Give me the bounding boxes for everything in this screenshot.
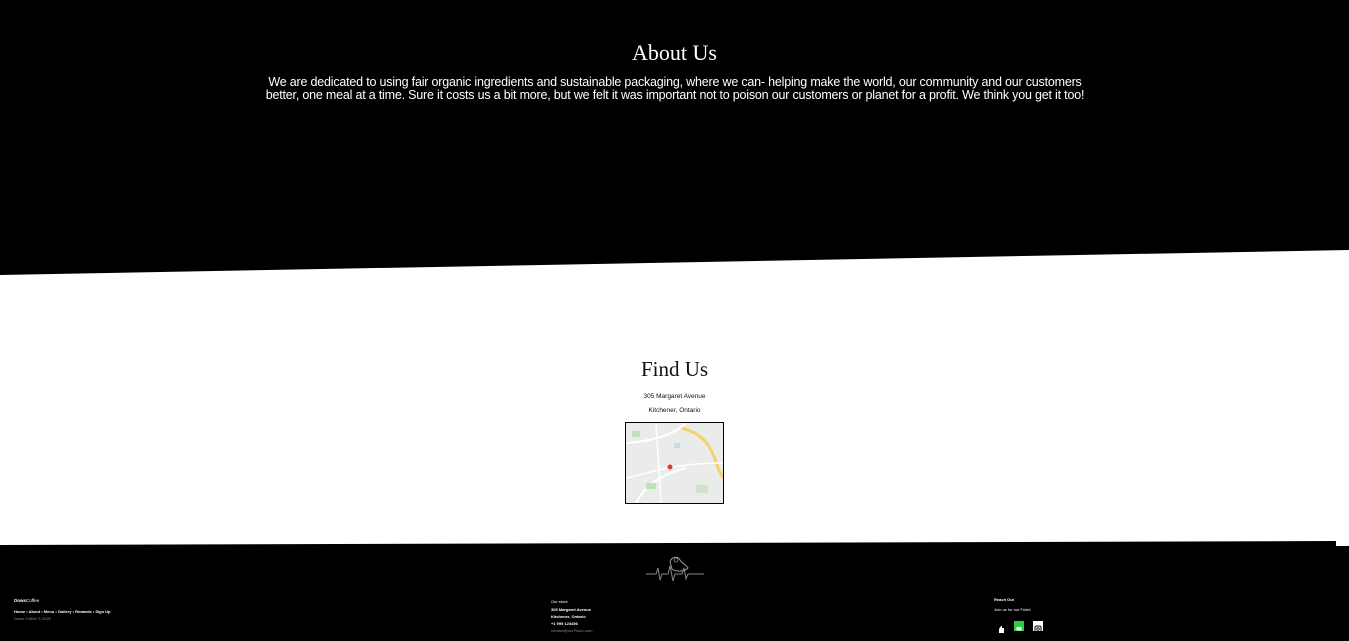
footer-brand: DowsCoffee	[14, 597, 111, 604]
map-image	[626, 423, 723, 503]
about-text: We are dedicated to using fair organic i…	[265, 75, 1085, 102]
social-heading: Reach Out	[994, 597, 1015, 602]
footer-link-about[interactable]: About	[29, 609, 41, 614]
footer-contact-column: Our store 305 Margaret Avenue Kitchener,…	[551, 598, 592, 634]
footer-social-column: Reach Out Join us for our Fridel	[994, 596, 1030, 613]
about-title: About Us	[632, 40, 717, 65]
contact-street: 305 Margaret Avenue	[551, 607, 591, 612]
brand-rest: Coffee	[26, 598, 40, 603]
footer-nav: Home • About • Menu • Gallery • Rewards …	[14, 609, 111, 614]
contact-heading: Our store	[551, 599, 568, 604]
map-pin-icon	[667, 464, 673, 470]
location-map[interactable]	[625, 422, 724, 504]
brand-bold: Dows	[14, 598, 27, 603]
contact-city: Kitchener, Ontario	[551, 614, 586, 619]
chat-icon[interactable]	[1014, 621, 1024, 631]
address-street: 305 Margaret Avenue	[643, 393, 706, 400]
site-footer: DowsCoffee Home • About • Menu • Gallery…	[0, 541, 1349, 641]
copyright: Dows Coffee © 2020	[14, 616, 51, 621]
footer-brand-column: DowsCoffee Home • About • Menu • Gallery…	[14, 597, 111, 622]
footer-link-home[interactable]: Home	[14, 609, 25, 614]
footer-link-menu[interactable]: Menu	[44, 609, 54, 614]
thumbs-up-icon[interactable]	[996, 621, 1006, 633]
footer-link-gallery[interactable]: Gallery	[58, 609, 72, 614]
contact-phone: +1 999 123456	[551, 621, 578, 626]
find-title: Find Us	[640, 357, 709, 381]
address-city: Kitchener, Ontario	[648, 407, 701, 414]
social-subtext: Join us for our Fridel	[994, 607, 1031, 612]
contact-email[interactable]: contact@ourPlace.com	[551, 627, 592, 634]
footer-link-signup[interactable]: Sign Up	[95, 609, 110, 614]
about-section: About Us We are dedicated to using fair …	[0, 0, 1349, 275]
coffee-heartbeat-logo-icon	[646, 556, 704, 582]
instagram-icon[interactable]	[1033, 621, 1043, 633]
footer-link-rewards[interactable]: Rewards	[75, 609, 92, 614]
